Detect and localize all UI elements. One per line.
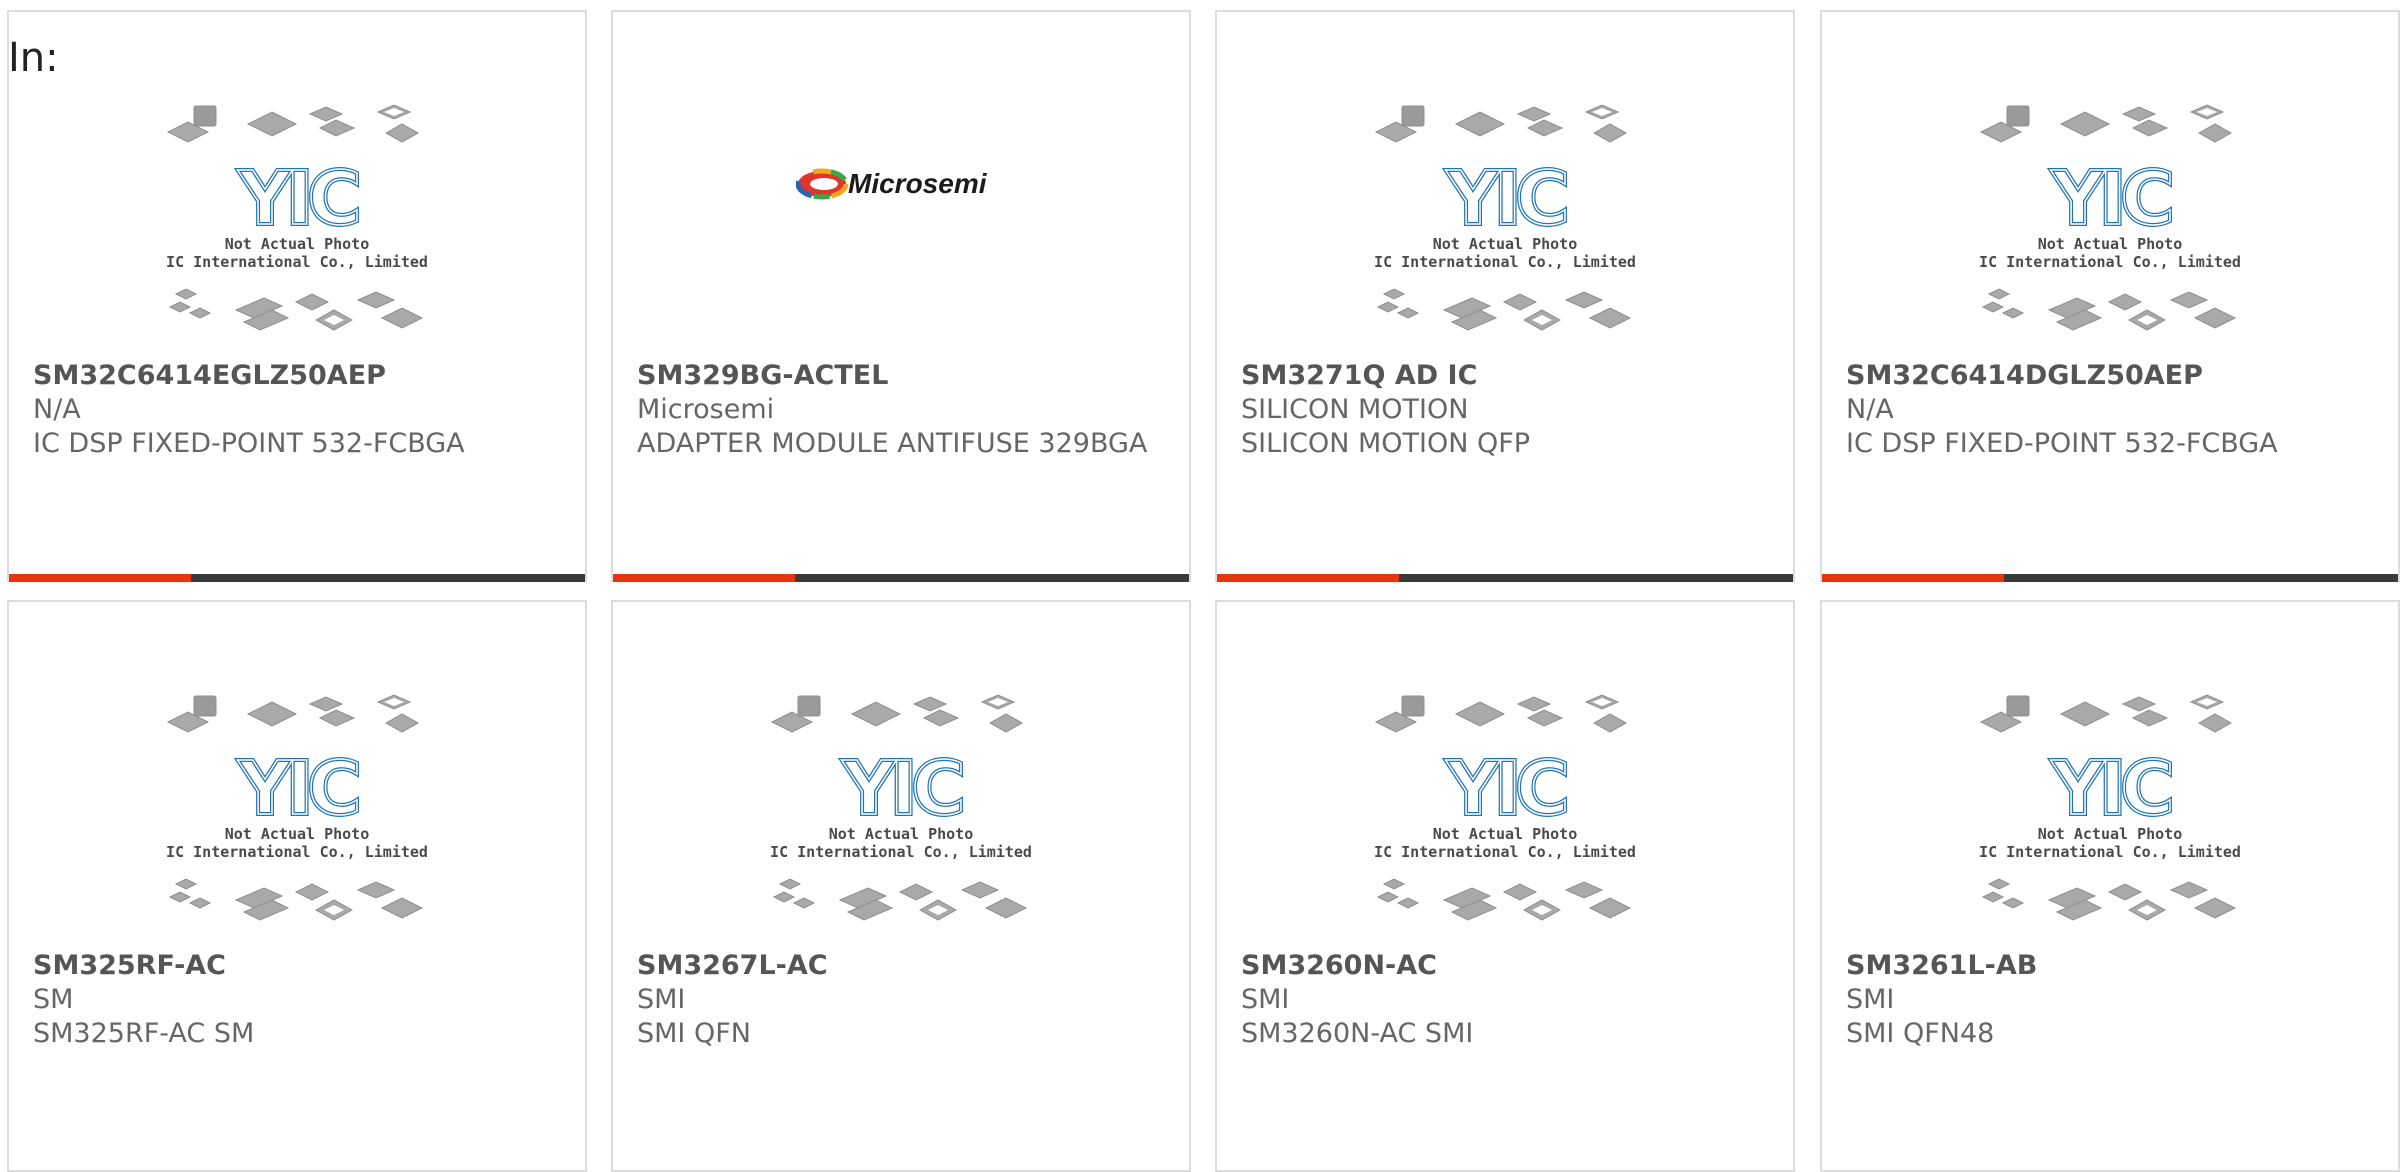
product-info: SM3267L-AC SMI SMI QFN [637, 949, 1179, 1051]
card-accent-bar [9, 574, 191, 582]
product-info: SM32C6414EGLZ50AEP N/A IC DSP FIXED-POINT … [33, 359, 575, 461]
manufacturer: N/A [1846, 394, 1894, 425]
in-label: In: [8, 35, 59, 81]
part-number[interactable]: SM32C6414EGLZ50AEP [33, 359, 575, 393]
product-info: SM3271Q AD IC SILICON MOTION SILICON MOTIO… [1241, 359, 1783, 461]
card-accent-bar [1217, 574, 1399, 582]
card-bottom-bar [613, 574, 1189, 582]
product-card[interactable]: YIC YIC Not Actual Photo YIC Internation… [1215, 600, 1795, 1172]
product-info: SM325RF-AC SM SM325RF-AC SM [33, 949, 575, 1051]
card-bottom-bar [1822, 574, 2398, 582]
description: SM325RF-AC SM [33, 1018, 255, 1049]
svg-text:Not Actual Photo: Not Actual Photo [2038, 825, 2183, 843]
not-actual-photo-image: YIC YIC Not Actual Photo YIC Internation… [1979, 104, 2241, 331]
product-image[interactable]: YIC YIC Not Actual Photo YIC Internation… [1822, 102, 2398, 342]
svg-text:YIC International Co., Limited: YIC International Co., Limited. [1374, 253, 1636, 271]
product-card[interactable]: Microsemi SM329BG-ACTEL Microsemi ADAPTER … [611, 10, 1191, 582]
description: SMI QFN [637, 1018, 751, 1049]
svg-text:Not Actual Photo: Not Actual Photo [2038, 235, 2183, 253]
svg-text:Not Actual Photo: Not Actual Photo [225, 235, 370, 253]
product-card[interactable]: YIC YIC Not Actual Photo YIC Internation… [7, 10, 587, 582]
part-number[interactable]: SM325RF-AC [33, 949, 575, 983]
manufacturer: SILICON MOTION [1241, 394, 1469, 425]
product-info: SM3260N-AC SMI SM3260N-AC SMI [1241, 949, 1783, 1051]
product-card[interactable]: YIC YIC Not Actual Photo YIC Internation… [1215, 10, 1795, 582]
product-image[interactable]: YIC YIC Not Actual Photo YIC Internation… [9, 692, 585, 932]
svg-text:YIC: YIC [841, 746, 961, 832]
product-image[interactable]: YIC YIC Not Actual Photo YIC Internation… [1822, 692, 2398, 932]
part-number[interactable]: SM3261L-AB [1846, 949, 2388, 983]
svg-text:YIC International Co., Limited: YIC International Co., Limited. [1979, 253, 2241, 271]
description: SM3260N-AC SMI [1241, 1018, 1474, 1049]
manufacturer: SM [33, 984, 74, 1015]
not-actual-photo-image: YIC YIC Not Actual Photo YIC Internation… [1374, 104, 1636, 331]
not-actual-photo-image: YIC YIC Not Actual Photo YIC Internation… [166, 694, 428, 921]
svg-text:Not Actual Photo: Not Actual Photo [1433, 235, 1578, 253]
svg-text:YIC: YIC [1445, 746, 1565, 832]
svg-text:YIC: YIC [1445, 156, 1565, 242]
product-card[interactable]: YIC YIC Not Actual Photo YIC Internation… [7, 600, 587, 1172]
part-number[interactable]: SM3260N-AC [1241, 949, 1783, 983]
part-number[interactable]: SM3267L-AC [637, 949, 1179, 983]
manufacturer: SMI [637, 984, 686, 1015]
description: IC DSP FIXED-POINT 532-FCBGA [33, 428, 465, 459]
product-image[interactable]: YIC YIC Not Actual Photo YIC Internation… [1217, 692, 1793, 932]
part-number[interactable]: SM3271Q AD IC [1241, 359, 1783, 393]
not-actual-photo-image: YIC YIC Not Actual Photo YIC Internation… [1374, 694, 1636, 921]
description: SMI QFN48 [1846, 1018, 1995, 1049]
svg-text:YIC: YIC [237, 156, 357, 242]
svg-text:Not Actual Photo: Not Actual Photo [225, 825, 370, 843]
part-number[interactable]: SM329BG-ACTEL [637, 359, 1179, 393]
card-bottom-bar [9, 574, 585, 582]
part-number[interactable]: SM32C6414DGLZ50AEP [1846, 359, 2388, 393]
description: ADAPTER MODULE ANTIFUSE 329BGA [637, 428, 1148, 459]
svg-text:YIC International Co., Limited: YIC International Co., Limited. [166, 253, 428, 271]
card-accent-bar [1822, 574, 2004, 582]
product-info: SM3261L-AB SMI SMI QFN48 [1846, 949, 2388, 1051]
manufacturer: SMI [1241, 984, 1290, 1015]
product-image[interactable]: YIC YIC Not Actual Photo YIC Internation… [9, 102, 585, 342]
card-accent-bar [613, 574, 795, 582]
manufacturer: SMI [1846, 984, 1895, 1015]
not-actual-photo-image: YIC YIC Not Actual Photo YIC Internation… [770, 694, 1032, 921]
svg-text:Not Actual Photo: Not Actual Photo [829, 825, 974, 843]
product-grid: YIC YIC Not Actual Photo YIC Internation… [0, 0, 2400, 1172]
manufacturer: N/A [33, 394, 81, 425]
manufacturer: Microsemi [637, 394, 775, 425]
product-image[interactable]: Microsemi [613, 162, 1189, 206]
product-image[interactable]: YIC YIC Not Actual Photo YIC Internation… [613, 692, 1189, 932]
svg-text:YIC International Co., Limited: YIC International Co., Limited. [1374, 843, 1636, 861]
card-bottom-bar [1217, 574, 1793, 582]
svg-text:Microsemi: Microsemi [848, 168, 988, 199]
product-card[interactable]: YIC YIC Not Actual Photo YIC Internation… [611, 600, 1191, 1172]
not-actual-photo-image: YIC YIC Not Actual Photo YIC Internation… [166, 104, 428, 331]
product-info: SM32C6414DGLZ50AEP N/A IC DSP FIXED-POINT … [1846, 359, 2388, 461]
product-image[interactable]: YIC YIC Not Actual Photo YIC Internation… [1217, 102, 1793, 342]
product-info: SM329BG-ACTEL Microsemi ADAPTER MODULE ANT… [637, 359, 1179, 461]
svg-text:YIC International Co., Limited: YIC International Co., Limited. [770, 843, 1032, 861]
svg-text:YIC International Co., Limited: YIC International Co., Limited. [1979, 843, 2241, 861]
not-actual-photo-image: YIC YIC Not Actual Photo YIC Internation… [1979, 694, 2241, 921]
svg-text:YIC: YIC [2050, 156, 2170, 242]
description: IC DSP FIXED-POINT 532-FCBGA [1846, 428, 2278, 459]
svg-text:Not Actual Photo: Not Actual Photo [1433, 825, 1578, 843]
product-card[interactable]: YIC YIC Not Actual Photo YIC Internation… [1820, 600, 2400, 1172]
product-card[interactable]: YIC YIC Not Actual Photo YIC Internation… [1820, 10, 2400, 582]
svg-text:YIC: YIC [237, 746, 357, 832]
svg-text:YIC International Co., Limited: YIC International Co., Limited. [166, 843, 428, 861]
microsemi-logo-image: Microsemi [796, 168, 988, 200]
description: SILICON MOTION QFP [1241, 428, 1531, 459]
svg-text:YIC: YIC [2050, 746, 2170, 832]
